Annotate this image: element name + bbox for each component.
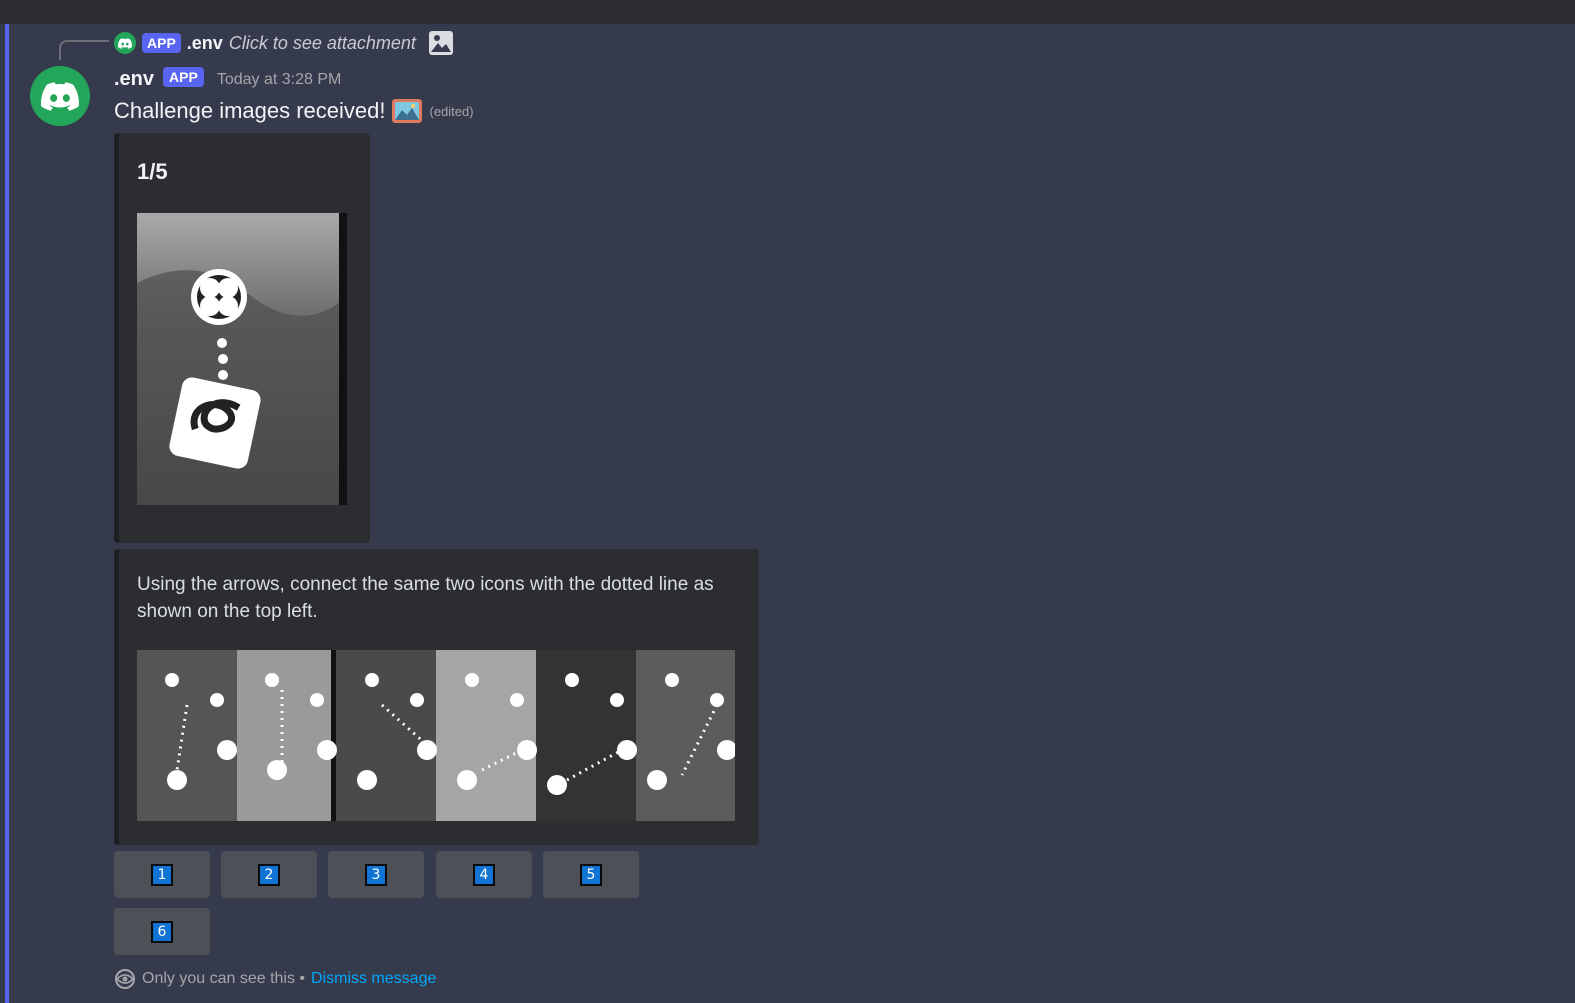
- message-header: .env APP Today at 3:28 PM: [114, 66, 342, 91]
- option-button-3[interactable]: 3: [328, 851, 424, 898]
- author-avatar[interactable]: [30, 66, 90, 126]
- image-icon: [428, 31, 453, 55]
- challenge-embed: 1/5: [114, 133, 370, 543]
- ephemeral-notice: Only you can see this • Dismiss message: [114, 968, 436, 990]
- message-timestamp[interactable]: Today at 3:28 PM: [217, 71, 342, 89]
- options-image[interactable]: [137, 650, 735, 821]
- reply-app-badge: APP: [142, 33, 181, 53]
- reply-connector: [59, 40, 109, 60]
- embed-description: Using the arrows, connect the same two i…: [137, 574, 714, 622]
- discord-logo-icon: [118, 37, 132, 49]
- dismiss-message-link[interactable]: Dismiss message: [311, 970, 436, 988]
- option-button-1[interactable]: 1: [114, 851, 210, 898]
- top-bar: [0, 0, 1575, 24]
- edited-indicator: (edited): [429, 103, 474, 119]
- reply-avatar: [114, 32, 136, 54]
- option-button-2[interactable]: 2: [221, 851, 317, 898]
- option-button-6[interactable]: 6: [114, 908, 210, 955]
- reply-reference[interactable]: APP .env Click to see attachment: [114, 30, 454, 56]
- challenge-image[interactable]: [137, 213, 347, 505]
- discord-logo-icon: [41, 81, 79, 111]
- author-name[interactable]: .env: [114, 68, 154, 91]
- ephemeral-text: Only you can see this •: [142, 970, 306, 987]
- framed-picture-emoji: [391, 99, 422, 123]
- mention-highlight-bar: [5, 24, 9, 1003]
- option-button-4[interactable]: 4: [436, 851, 532, 898]
- keycap-5: 5: [580, 863, 602, 886]
- keycap-2: 2: [258, 863, 280, 886]
- keycap-1: 1: [151, 863, 173, 886]
- message-text: Challenge images received!: [114, 98, 386, 123]
- option-button-5[interactable]: 5: [543, 851, 639, 898]
- embed-title: 1/5: [137, 159, 168, 184]
- reply-preview-text[interactable]: Click to see attachment: [229, 33, 416, 54]
- keycap-6: 6: [151, 920, 173, 943]
- message-content: Challenge images received! (edited): [114, 98, 474, 124]
- keycap-4: 4: [473, 863, 495, 886]
- instructions-embed: Using the arrows, connect the same two i…: [114, 549, 759, 845]
- app-badge: APP: [163, 66, 204, 87]
- reply-author[interactable]: .env: [187, 33, 223, 54]
- keycap-3: 3: [365, 863, 387, 886]
- eye-icon: [115, 969, 135, 989]
